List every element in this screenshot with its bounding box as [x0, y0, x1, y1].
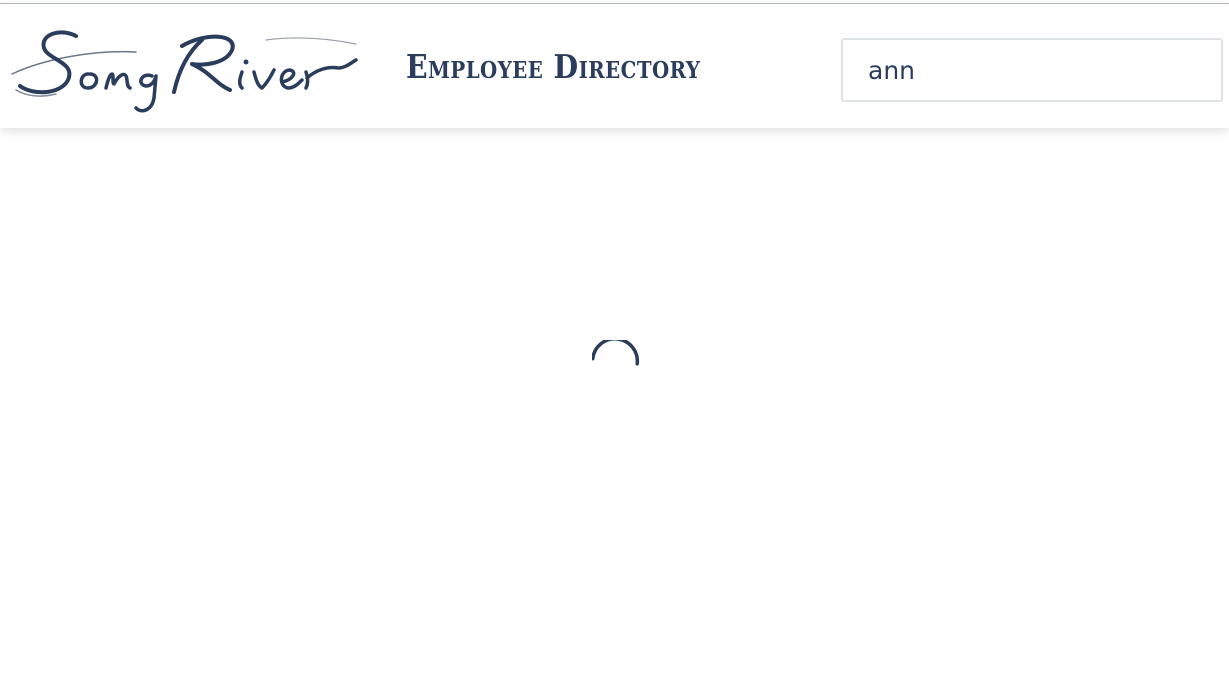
- page-title: Employee Directory: [406, 47, 701, 86]
- main-content: [0, 128, 1229, 692]
- songriver-logo[interactable]: [6, 24, 358, 116]
- search-input[interactable]: [843, 40, 1221, 100]
- search-box[interactable]: [841, 38, 1223, 102]
- loading-spinner-icon: [591, 337, 640, 388]
- app-header: Employee Directory: [0, 4, 1229, 128]
